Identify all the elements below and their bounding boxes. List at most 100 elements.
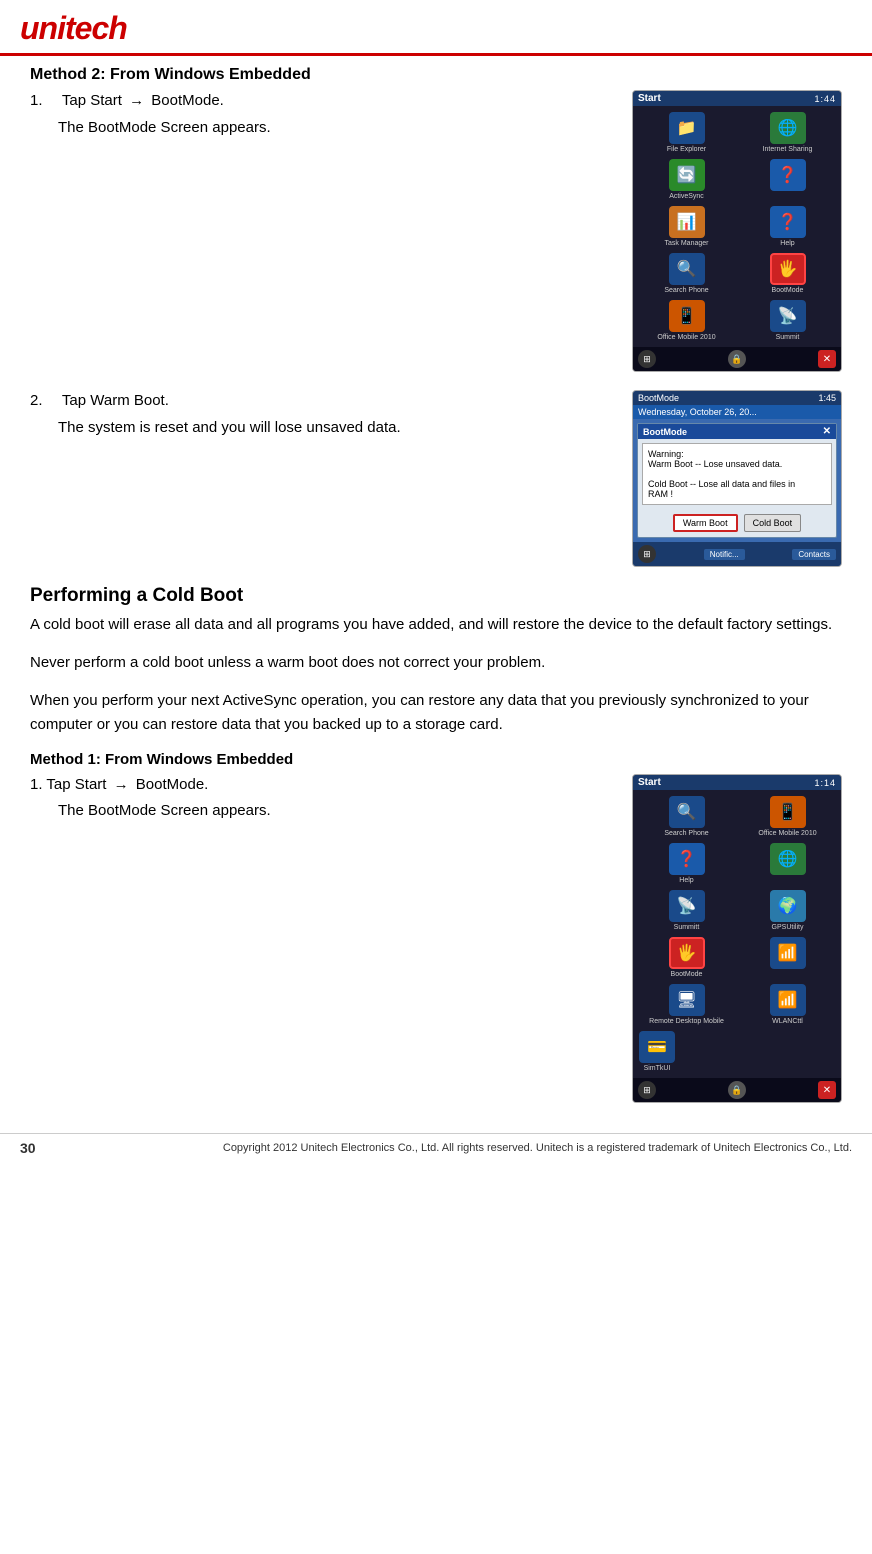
phone1-statusbar: Start 1:44 [633,91,841,106]
step1-num: 1. [30,90,58,113]
step2-text: 2. Tap Warm Boot. The system is reset an… [30,390,616,443]
phone1-icon-help2: ❓ Help [740,206,835,247]
warning-line1: Warning: [648,449,826,459]
cold-boot-section: Performing a Cold Boot A cold boot will … [30,585,842,1103]
phone3-grid: 🔍 Search Phone 📱 Office Mobile 2010 ❓ He… [633,790,841,1031]
step1-text: 1. Tap Start → BootMode. The BootMode Sc… [30,90,616,143]
cold-boot-para1: A cold boot will erase all data and all … [30,613,842,637]
bootmode-icon: 🖐 [770,253,806,285]
footer: 30 Copyright 2012 Unitech Electronics Co… [0,1133,872,1162]
phone3-mockup: Start 1:14 🔍 Search Phone 📱 Office Mobil… [632,774,842,1103]
phone3-bootmode-icon: 🖐 [669,937,705,969]
phone3-help-icon: ❓ [669,843,705,875]
phone3-globe-icon: 🌐 [770,843,806,875]
warm-boot-button[interactable]: Warm Boot [673,514,738,532]
phone1-icon-bootmode: 🖐 BootMode [740,253,835,294]
phone1-icon-searchphone: 🔍 Search Phone [639,253,734,294]
phone1-lock-btn: 🔒 [728,350,746,368]
office-mobile-icon: 📱 [669,300,705,332]
phone2-mockup: BootMode 1:45 Wednesday, October 26, 20.… [632,390,842,567]
phone3-simtkui: 💳 SimTkUI [639,1031,675,1072]
step1-detail: The BootMode Screen appears. [30,117,616,140]
logo: unitech [20,10,127,47]
phone3-summit: 📡 Summitt [639,890,734,931]
copyright-text: Copyright 2012 Unitech Electronics Co., … [223,1142,852,1154]
phone1-time: 1:44 [814,94,836,104]
method2-heading: Method 2: From Windows Embedded [30,66,842,84]
phone3-gps-icon: 🌍 [770,890,806,922]
cold-step1-detail: The BootMode Screen appears. [30,800,616,823]
phone3-searchphone: 🔍 Search Phone [639,796,734,837]
phone1-icon-help1: ❓ [740,159,835,200]
main-content: Method 2: From Windows Embedded 1. Tap S… [0,56,872,1113]
warning-line2: Warm Boot -- Lose unsaved data. [648,459,826,469]
cold-boot-button[interactable]: Cold Boot [744,514,802,532]
header: unitech [0,0,872,56]
phone3-wlan: 📶 WLANCttl [740,984,835,1025]
phone2-start-btn: ⊞ [638,545,656,563]
step1-action: BootMode. [151,92,224,109]
phone1-icon-internetsharing: 🌐 Internet Sharing [740,112,835,153]
cold-step1-text: 1. Tap Start → BootMode. The BootMode Sc… [30,774,616,825]
step2-row: 2. Tap Warm Boot. The system is reset an… [30,390,842,567]
phone1-start-btn: ⊞ [638,350,656,368]
step2-detail: The system is reset and you will lose un… [30,417,616,440]
performing-heading: Performing a Cold Boot [30,585,842,607]
phone1-close-btn: ✕ [818,350,836,368]
step2-num: 2. [30,390,58,413]
step2-label: Tap Warm Boot. [62,392,169,409]
cold-step1-num: 1. [30,776,43,793]
phone3-time: 1:14 [814,778,836,788]
step1-label: Tap Start [62,92,122,109]
phone1-icon-summit: 📡 Summit [740,300,835,341]
phone1-icon-activesync: 🔄 ActiveSync [639,159,734,200]
step1-arrow: → [129,90,144,113]
phone1-grid: 📁 File Explorer 🌐 Internet Sharing 🔄 Act… [633,106,841,347]
phone3-title: Start [638,777,661,788]
phone3-remote-icon: 🖥 [669,984,705,1016]
help2-icon: ❓ [770,206,806,238]
page-number: 30 [20,1140,36,1156]
phone3-close-btn: ✕ [818,1081,836,1099]
warning-line5: RAM ! [648,489,826,499]
phone2-buttons: Warm Boot Cold Boot [638,509,836,537]
phone3-gps: 🌍 GPSUtility [740,890,835,931]
phone3-start-btn: ⊞ [638,1081,656,1099]
phone2-datebar: Wednesday, October 26, 20... [633,405,841,419]
help1-icon: ❓ [770,159,806,191]
cold-boot-para3: When you perform your next ActiveSync op… [30,689,842,737]
phone3-signal: 📶 [740,937,835,978]
phone1-icon-taskmanager: 📊 Task Manager [639,206,734,247]
phone2-bottombar: ⊞ Notific... Contacts [633,542,841,566]
phone1-icon-officemobile: 📱 Office Mobile 2010 [639,300,734,341]
phone2-softkey-right: Contacts [792,549,836,560]
phone3-sim-icon: 💳 [639,1031,675,1063]
summit-icon: 📡 [770,300,806,332]
cold-step1-action: BootMode. [136,776,209,793]
phone1-mockup: Start 1:44 📁 File Explorer 🌐 Internet Sh… [632,90,842,372]
phone1-bottombar: ⊞ 🔒 ✕ [633,347,841,371]
phone2-dialog: BootMode ✕ Warning: Warm Boot -- Lose un… [637,423,837,538]
task-manager-icon: 📊 [669,206,705,238]
cold-step1-arrow: → [114,774,129,797]
warning-line4: Cold Boot -- Lose all data and files in [648,479,826,489]
phone3-office-icon: 📱 [770,796,806,828]
phone3-statusbar: Start 1:14 [633,775,841,790]
cold-step1-label: Tap Start [46,776,106,793]
phone3-officemobile: 📱 Office Mobile 2010 [740,796,835,837]
phone2-dialog-title: BootMode ✕ [638,424,836,439]
phone3-wlan-icon: 📶 [770,984,806,1016]
phone3-globe: 🌐 [740,843,835,884]
phone3-bootmode: 🖐 BootMode [639,937,734,978]
phone1-title: Start [638,93,661,104]
cold-step1-row: 1. Tap Start → BootMode. The BootMode Sc… [30,774,842,1103]
phone3-signal-icon: 📶 [770,937,806,969]
internet-sharing-icon: 🌐 [770,112,806,144]
phone3-extra-row: 💳 SimTkUI [633,1031,841,1078]
phone2-title: BootMode [638,393,679,403]
phone3-summit-icon: 📡 [669,890,705,922]
file-explorer-icon: 📁 [669,112,705,144]
search-phone-icon: 🔍 [669,253,705,285]
phone3-help: ❓ Help [639,843,734,884]
phone1-icon-fileexplorer: 📁 File Explorer [639,112,734,153]
